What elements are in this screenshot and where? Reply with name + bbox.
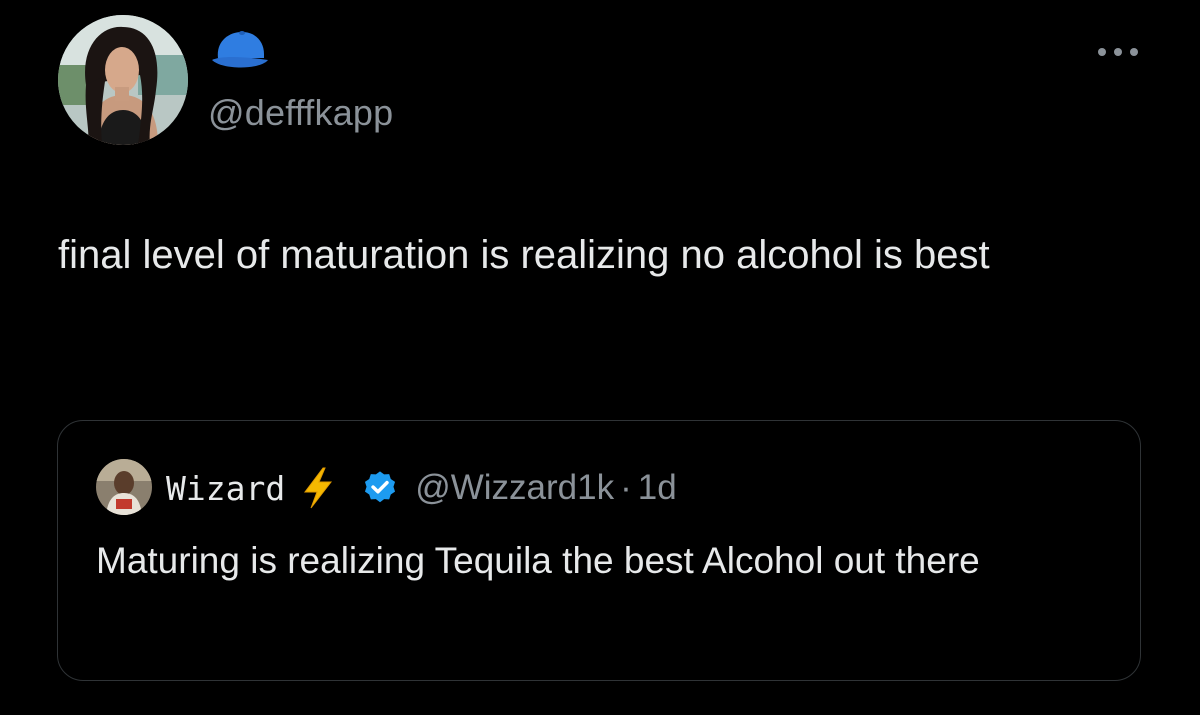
- more-horizontal-icon[interactable]: [1094, 42, 1142, 62]
- verified-badge-icon: [365, 471, 396, 503]
- tweet: @defffkapp final level of maturation is …: [0, 0, 1200, 715]
- separator-dot: ·: [620, 468, 632, 507]
- quoted-tweet-card[interactable]: Wizard @Wizzard1k · 1d Maturing is reali…: [57, 420, 1141, 681]
- quoted-author-handle[interactable]: @Wizzard1k: [415, 468, 614, 508]
- author-handle[interactable]: @defffkapp: [208, 92, 393, 134]
- quoted-tweet-header: Wizard @Wizzard1k · 1d: [166, 465, 677, 511]
- blue-cap-icon: [212, 31, 268, 68]
- quoted-author-name[interactable]: Wizard: [166, 469, 285, 508]
- quoted-avatar-photo: [96, 459, 152, 515]
- lightning-bolt-icon: [304, 467, 333, 509]
- quoted-tweet-text: Maturing is realizing Tequila the best A…: [96, 540, 980, 581]
- avatar-photo: [58, 15, 188, 145]
- quoted-tweet-timestamp[interactable]: 1d: [638, 468, 677, 508]
- quoted-author-avatar[interactable]: [96, 459, 152, 515]
- tweet-text: final level of maturation is realizing n…: [58, 233, 990, 277]
- avatar[interactable]: [58, 15, 188, 145]
